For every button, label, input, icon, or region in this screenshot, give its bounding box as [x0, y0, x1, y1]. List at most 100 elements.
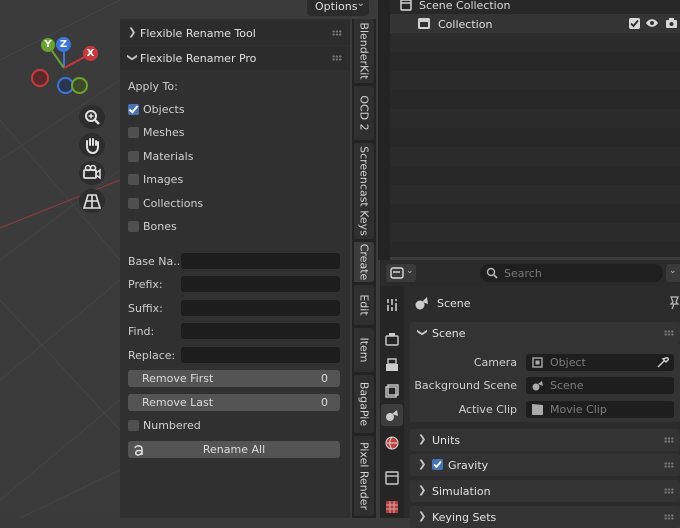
z-axis-ball[interactable]: Z: [56, 37, 71, 52]
outliner-empty-row: [390, 109, 680, 128]
outliner-empty-row: [390, 223, 680, 242]
properties-editor-icon: [390, 267, 404, 279]
outliner: Scene Collection Collection: [390, 0, 680, 257]
units-section-header[interactable]: ❯ Units: [410, 429, 680, 451]
exclude-checkbox[interactable]: [629, 18, 640, 29]
x-axis-ball[interactable]: X: [83, 46, 98, 61]
camera-icon: [83, 164, 101, 180]
remove-first-field[interactable]: Remove First 0: [128, 370, 340, 387]
collection-box-icon: [400, 0, 412, 11]
flexible-renamer-pro-header[interactable]: ❯ Flexible Renamer Pro: [120, 46, 350, 70]
checkbox-box[interactable]: [128, 420, 139, 431]
tab-item[interactable]: Item: [354, 328, 374, 372]
find-input[interactable]: [181, 323, 340, 339]
chevron-down-icon: ⌄: [356, 0, 365, 9]
zoom-button[interactable]: [79, 105, 105, 129]
checkmark-icon: [433, 460, 442, 469]
collection-icon[interactable]: [385, 471, 399, 485]
area-divider[interactable]: [378, 0, 390, 260]
gravity-title: Gravity: [448, 459, 489, 472]
search-input[interactable]: Search: [480, 264, 663, 282]
properties-tab-bar: [380, 286, 404, 518]
world-icon[interactable]: [385, 436, 399, 450]
chevron-down-icon: ⌄: [669, 266, 677, 276]
tab-create[interactable]: Create: [354, 242, 374, 282]
editor-type-dropdown[interactable]: ⌄: [386, 264, 416, 282]
tab-blenderkit[interactable]: BlenderKit: [354, 19, 374, 83]
drag-grip-icon[interactable]: [664, 462, 674, 468]
search-placeholder: Search: [504, 267, 542, 280]
checkbox-box[interactable]: [128, 151, 139, 162]
drag-grip-icon[interactable]: [664, 488, 674, 494]
active-clip-placeholder: Movie Clip: [550, 403, 607, 416]
scene-section-header[interactable]: ❯ Scene: [410, 322, 680, 344]
eye-icon[interactable]: [645, 17, 659, 29]
perspective-toggle-button[interactable]: [79, 189, 105, 213]
tab-edit[interactable]: Edit: [354, 285, 374, 325]
neg-x-axis-ball[interactable]: [31, 69, 49, 87]
eyedropper-icon[interactable]: [656, 356, 669, 369]
panel-title: Flexible Rename Tool: [140, 27, 256, 40]
camera-render-icon[interactable]: [665, 17, 678, 29]
checkbox-box[interactable]: [128, 221, 139, 232]
background-scene-field[interactable]: Scene: [526, 377, 674, 394]
base-name-input[interactable]: [181, 253, 340, 269]
base-name-label: Base Na...: [128, 255, 184, 268]
pin-icon[interactable]: [668, 296, 680, 310]
background-scene-label: Background Scene: [414, 379, 517, 392]
outliner-empty-row: [390, 90, 680, 109]
outliner-empty-row: [390, 33, 680, 52]
tab-pixel-render[interactable]: Pixel Render: [354, 436, 374, 516]
keying-sets-section-header[interactable]: ❯ Keying Sets: [410, 506, 680, 528]
background-scene-placeholder: Scene: [550, 379, 584, 392]
checkbox-label: Materials: [143, 150, 194, 163]
remove-last-field[interactable]: Remove Last 0: [128, 394, 340, 411]
neg-y-axis-ball[interactable]: [71, 77, 88, 94]
prefix-input[interactable]: [181, 276, 340, 292]
outliner-empty-row: [390, 52, 680, 71]
view-layer-icon[interactable]: [385, 384, 399, 398]
y-axis-ball[interactable]: Y: [41, 38, 55, 52]
checkmark-icon: [630, 19, 639, 28]
camera-view-button[interactable]: [79, 161, 105, 185]
gravity-section-header[interactable]: ❯ Gravity: [410, 454, 680, 476]
remove-first-label: Remove First: [142, 372, 214, 385]
active-clip-field[interactable]: Movie Clip: [526, 401, 674, 418]
output-icon[interactable]: [385, 358, 399, 372]
checkbox-box[interactable]: [128, 174, 139, 185]
render-icon[interactable]: [385, 332, 399, 346]
tab-bagapie[interactable]: BagaPie: [354, 375, 374, 433]
drag-grip-icon[interactable]: [332, 30, 342, 36]
drag-grip-icon[interactable]: [664, 330, 674, 336]
outliner-row-scene-collection[interactable]: Scene Collection: [390, 0, 680, 15]
options-label: Options: [315, 0, 358, 13]
scene-icon: [532, 381, 543, 391]
outliner-row-collection[interactable]: Collection: [390, 14, 680, 33]
simulation-section-header[interactable]: ❯ Simulation: [410, 480, 680, 502]
suffix-input[interactable]: [181, 300, 340, 316]
gravity-checkbox[interactable]: [432, 459, 443, 470]
tab-ocd2[interactable]: OCD 2: [354, 86, 374, 140]
rename-all-button[interactable]: Rename All: [128, 441, 340, 458]
checkbox-label: Numbered: [143, 419, 201, 432]
camera-field[interactable]: Object: [526, 354, 674, 371]
texture-icon[interactable]: [385, 500, 399, 514]
replace-input[interactable]: [181, 347, 340, 363]
pan-button[interactable]: [79, 133, 105, 157]
options-dropdown[interactable]: Options ⌄: [307, 0, 369, 16]
chevron-right-icon: ❯: [418, 434, 427, 445]
drag-grip-icon[interactable]: [664, 514, 674, 520]
drag-grip-icon[interactable]: [664, 437, 674, 443]
flexible-rename-tool-header[interactable]: ❯ Flexible Rename Tool: [120, 21, 350, 45]
options-chevron-button[interactable]: ⌄: [666, 264, 680, 282]
tool-icon[interactable]: [385, 298, 399, 312]
scene-tab[interactable]: [381, 404, 403, 426]
outliner-empty-row: [390, 166, 680, 185]
find-label: Find:: [128, 325, 155, 338]
chevron-right-icon: ❯: [418, 511, 427, 522]
tab-screencast-keys[interactable]: Screencast Keys: [354, 143, 374, 239]
drag-grip-icon[interactable]: [332, 55, 342, 61]
checkbox-box[interactable]: [128, 104, 139, 115]
checkbox-box[interactable]: [128, 127, 139, 138]
checkbox-box[interactable]: [128, 198, 139, 209]
